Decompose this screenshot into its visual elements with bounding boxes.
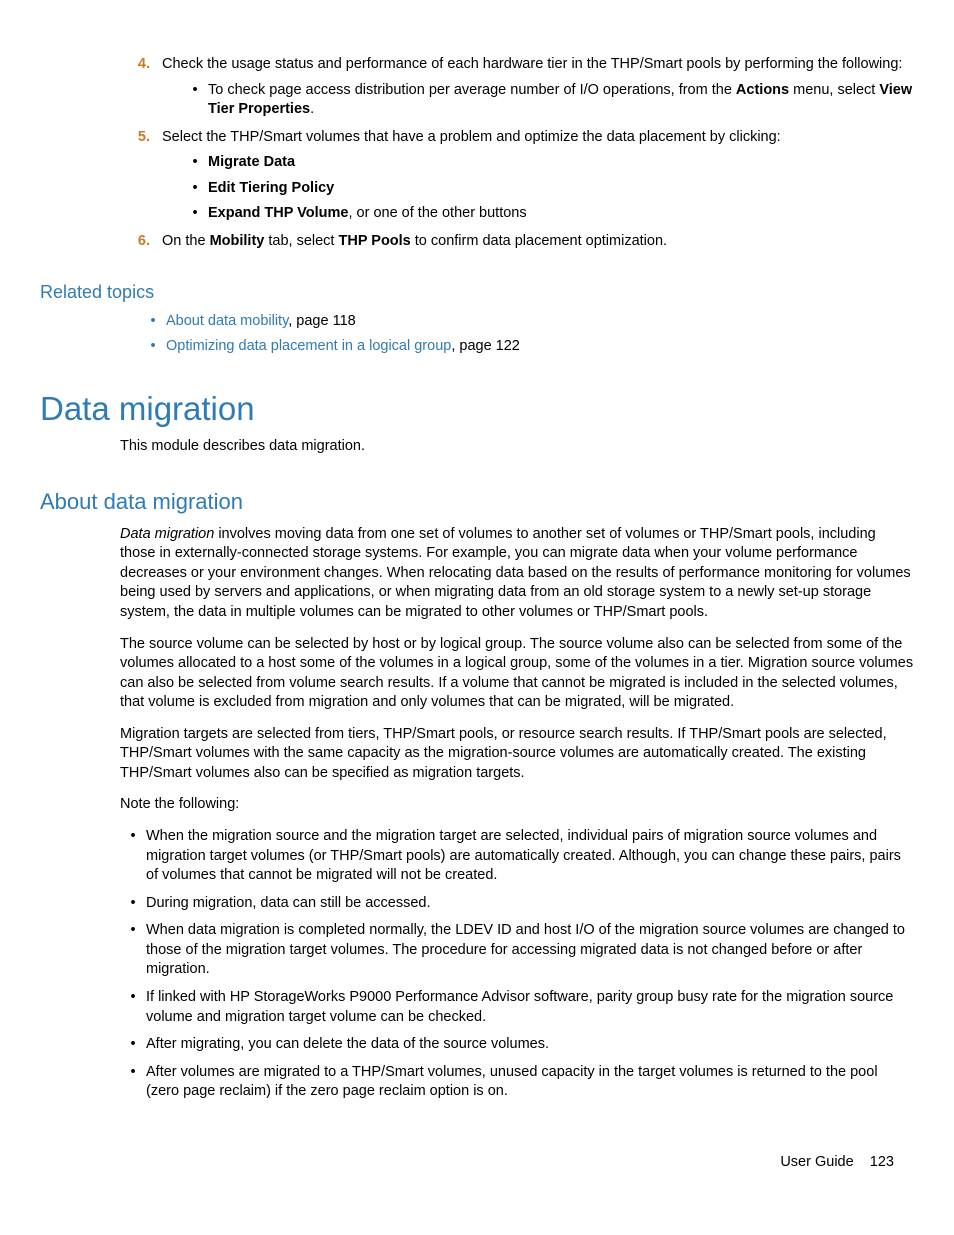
text: , page 122 bbox=[451, 338, 520, 354]
bullet-dot: • bbox=[120, 921, 146, 980]
text: menu, select bbox=[789, 82, 879, 98]
heading-data-migration: Data migration bbox=[40, 387, 914, 432]
text: tab, select bbox=[264, 233, 338, 249]
page-footer: User Guide 123 bbox=[780, 1153, 894, 1173]
notes-list: • When the migration source and the migr… bbox=[120, 827, 914, 1102]
text: involves moving data from one set of vol… bbox=[120, 526, 911, 620]
step-4: 4. Check the usage status and performanc… bbox=[120, 55, 914, 124]
ordered-steps: 4. Check the usage status and performanc… bbox=[120, 55, 914, 252]
ui-ref-thp-pools: THP Pools bbox=[339, 233, 411, 249]
step-5-sub-1: • Migrate Data bbox=[182, 153, 914, 173]
step-text: Select the THP/Smart volumes that have a… bbox=[162, 129, 781, 145]
note-1: • When the migration source and the migr… bbox=[120, 827, 914, 886]
bullet-dot: • bbox=[120, 1063, 146, 1102]
note-text: During migration, data can still be acce… bbox=[146, 894, 914, 914]
step-body: Check the usage status and performance o… bbox=[162, 55, 914, 124]
note-text: When the migration source and the migrat… bbox=[146, 827, 914, 886]
bullet-text: To check page access distribution per av… bbox=[208, 81, 914, 120]
para-3: Migration targets are selected from tier… bbox=[120, 725, 914, 784]
bullet-text: Expand THP Volume, or one of the other b… bbox=[208, 204, 914, 224]
note-text: If linked with HP StorageWorks P9000 Per… bbox=[146, 988, 914, 1027]
intro-text: This module describes data migration. bbox=[120, 437, 914, 457]
text: On the bbox=[162, 233, 210, 249]
para-1: Data migration involves moving data from… bbox=[120, 525, 914, 623]
note-text: After volumes are migrated to a THP/Smar… bbox=[146, 1063, 914, 1102]
bullet-dot: • bbox=[140, 337, 166, 357]
related-link-1: • About data mobility, page 118 bbox=[140, 312, 914, 332]
text: . bbox=[310, 101, 314, 117]
ui-ref-edit-tiering: Edit Tiering Policy bbox=[208, 179, 914, 199]
ui-ref-actions: Actions bbox=[736, 82, 789, 98]
term-data-migration: Data migration bbox=[120, 526, 214, 542]
ui-ref-expand-thp: Expand THP Volume bbox=[208, 205, 348, 221]
note-text: When data migration is completed normall… bbox=[146, 921, 914, 980]
bullet-dot: • bbox=[182, 204, 208, 224]
para-2: The source volume can be selected by hos… bbox=[120, 635, 914, 713]
step-6: 6. On the Mobility tab, select THP Pools… bbox=[120, 232, 914, 252]
bullet-dot: • bbox=[120, 894, 146, 914]
step-5: 5. Select the THP/Smart volumes that hav… bbox=[120, 128, 914, 228]
step-text: Check the usage status and performance o… bbox=[162, 56, 902, 72]
step-5-sub-2: • Edit Tiering Policy bbox=[182, 179, 914, 199]
bullet-dot: • bbox=[120, 827, 146, 886]
related-link-2: • Optimizing data placement in a logical… bbox=[140, 337, 914, 357]
step-4-sub: • To check page access distribution per … bbox=[182, 81, 914, 120]
text: , or one of the other buttons bbox=[348, 205, 526, 221]
footer-label: User Guide bbox=[780, 1154, 853, 1170]
step-number: 4. bbox=[120, 55, 162, 124]
heading-about-data-migration: About data migration bbox=[40, 487, 914, 517]
bullet-dot: • bbox=[182, 81, 208, 120]
bullet-text: Optimizing data placement in a logical g… bbox=[166, 337, 914, 357]
bullet-dot: • bbox=[182, 153, 208, 173]
link-about-data-mobility[interactable]: About data mobility bbox=[166, 313, 288, 329]
step-number: 6. bbox=[120, 232, 162, 252]
text: to confirm data placement optimization. bbox=[411, 233, 667, 249]
step-body: Select the THP/Smart volumes that have a… bbox=[162, 128, 914, 228]
bullet-text: About data mobility, page 118 bbox=[166, 312, 914, 332]
bullet-dot: • bbox=[120, 988, 146, 1027]
note-2: • During migration, data can still be ac… bbox=[120, 894, 914, 914]
bullet-dot: • bbox=[182, 179, 208, 199]
text: , page 118 bbox=[288, 313, 355, 329]
ui-ref-mobility: Mobility bbox=[210, 233, 265, 249]
text: To check page access distribution per av… bbox=[208, 82, 736, 98]
link-optimizing-data-placement[interactable]: Optimizing data placement in a logical g… bbox=[166, 338, 451, 354]
note-intro: Note the following: bbox=[120, 795, 914, 815]
note-text: After migrating, you can delete the data… bbox=[146, 1035, 914, 1055]
note-5: • After migrating, you can delete the da… bbox=[120, 1035, 914, 1055]
footer-page-number: 123 bbox=[870, 1154, 894, 1170]
note-3: • When data migration is completed norma… bbox=[120, 921, 914, 980]
bullet-dot: • bbox=[140, 312, 166, 332]
step-number: 5. bbox=[120, 128, 162, 228]
note-4: • If linked with HP StorageWorks P9000 P… bbox=[120, 988, 914, 1027]
heading-related-topics: Related topics bbox=[40, 280, 914, 304]
note-6: • After volumes are migrated to a THP/Sm… bbox=[120, 1063, 914, 1102]
page: 4. Check the usage status and performanc… bbox=[0, 0, 954, 1235]
step-body: On the Mobility tab, select THP Pools to… bbox=[162, 232, 914, 252]
ui-ref-migrate-data: Migrate Data bbox=[208, 153, 914, 173]
bullet-dot: • bbox=[120, 1035, 146, 1055]
step-5-sub-3: • Expand THP Volume, or one of the other… bbox=[182, 204, 914, 224]
